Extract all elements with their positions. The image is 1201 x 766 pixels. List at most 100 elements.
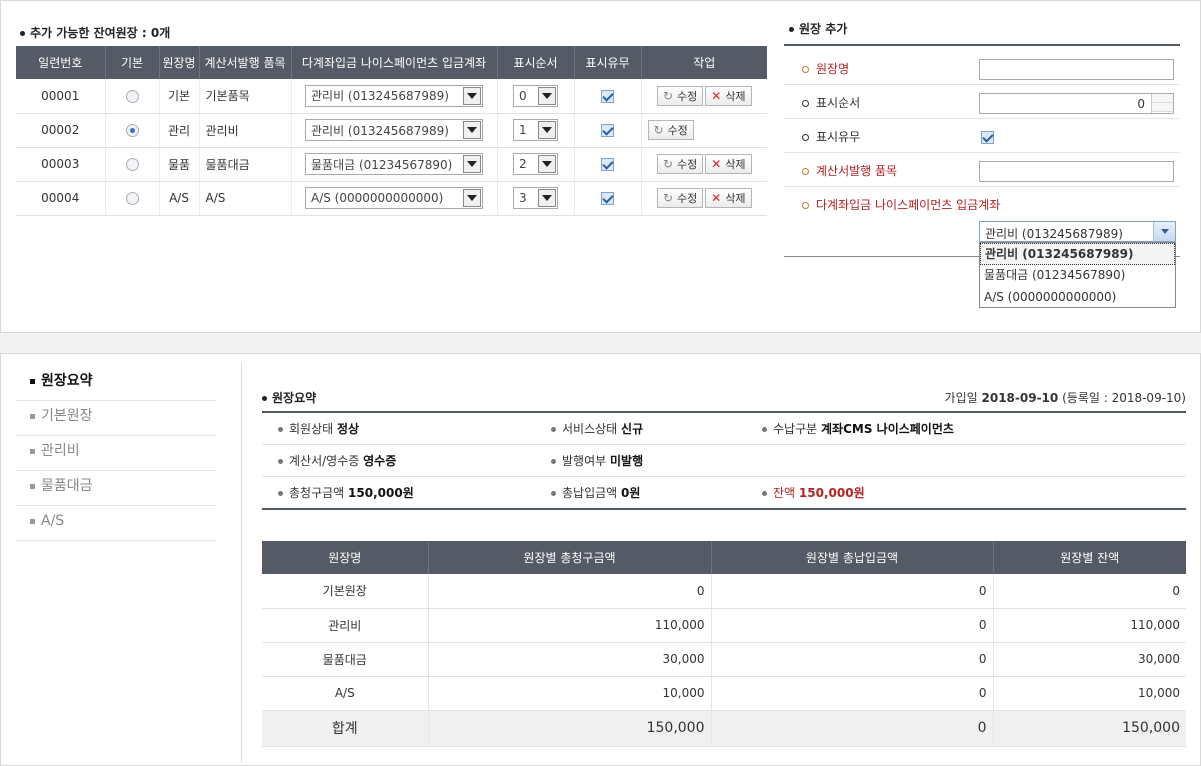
nav-item-goods[interactable]: 물품대금 xyxy=(16,471,216,506)
chevron-down-icon xyxy=(538,155,556,173)
chevron-down-icon xyxy=(538,86,556,105)
table-row: 관리비 110,000 0 110,000 xyxy=(262,608,1186,643)
total-paid-cell: 0 xyxy=(711,710,994,747)
table-row: 기본원장 0 0 0 xyxy=(262,574,1186,609)
balance-cell: 30,000 xyxy=(993,642,1186,677)
chevron-down-icon xyxy=(463,86,481,105)
edit-button[interactable]: ↻ 수정 xyxy=(647,120,694,140)
join-date-info: 가입일 2018-09-10 (등록일 : 2018-09-10) xyxy=(944,391,1186,405)
form-row-order: 표시순서 0 xyxy=(784,85,1180,119)
visible-checkbox[interactable] xyxy=(601,89,614,103)
name-cell: 기본 xyxy=(159,79,200,114)
default-radio[interactable] xyxy=(125,89,139,103)
table-row: 00004 A/S A/S A/S (0000000000000) 3 ↻ 수정 ✕… xyxy=(16,181,767,216)
serial-cell: 00002 xyxy=(16,113,106,148)
col-item: 계산서발행 품목 xyxy=(199,46,292,79)
form-row-account: 다계좌입금 나이스페이먼츠 입금계좌 xyxy=(784,187,1180,221)
visible-checkbox[interactable] xyxy=(601,158,614,171)
summary-top-rule xyxy=(262,411,1186,413)
receipt-type: 계산서/영수증 영수증 xyxy=(278,452,396,469)
billed-cell: 10,000 xyxy=(428,676,712,711)
dropdown-option[interactable]: 관리비 (013245687989) xyxy=(980,243,1175,265)
account-select[interactable]: 관리비 (013245687989) xyxy=(305,84,483,107)
chevron-down-icon xyxy=(538,189,556,207)
refresh-icon: ↻ xyxy=(662,191,673,205)
refresh-icon: ↻ xyxy=(662,157,673,171)
nav-item-summary[interactable]: 원장요약 xyxy=(16,366,216,401)
name-cell: A/S xyxy=(159,181,200,216)
dropdown-option[interactable]: 물품대금 (01234567890) xyxy=(980,265,1175,287)
ledger-summary-table: 원장명 원장별 총청구금액 원장별 총납입금액 원장별 잔액 기본원장 0 0 … xyxy=(262,541,1186,747)
stepper-down-icon[interactable] xyxy=(1152,103,1173,112)
item-cell: 관리비 xyxy=(199,113,292,148)
edit-button[interactable]: ↻ 수정 xyxy=(656,154,704,174)
total-row: 합계 150,000 0 150,000 xyxy=(262,710,1186,747)
edit-button[interactable]: ↻ 수정 xyxy=(656,188,704,208)
account-select[interactable]: 관리비 (013245687989) xyxy=(305,119,483,141)
item-cell: A/S xyxy=(199,181,292,216)
chevron-down-icon xyxy=(463,189,481,207)
paid-cell: 0 xyxy=(711,608,994,643)
ledger-name-cell: 물품대금 xyxy=(262,642,429,677)
member-status: 회원상태 정상 xyxy=(278,420,359,437)
billed-cell: 0 xyxy=(428,574,712,609)
account-dropdown[interactable]: 관리비 (013245687989) xyxy=(979,221,1176,242)
form-row-visible: 표시유무 xyxy=(784,119,1180,153)
chevron-down-icon xyxy=(463,155,481,173)
order-select[interactable]: 3 xyxy=(513,187,558,209)
summary-rule xyxy=(262,444,1186,445)
ledger-name-cell: A/S xyxy=(262,676,429,711)
summary-bottom-rule xyxy=(262,508,1186,510)
default-radio[interactable] xyxy=(125,192,139,205)
close-icon: ✕ xyxy=(711,88,722,103)
close-icon: ✕ xyxy=(711,157,722,171)
total-billed: 총청구금액 150,000원 xyxy=(278,484,414,501)
table-row: 00003 물품 물품대금 물품대금 (01234567890) 2 ↻ 수정 ✕ 삭… xyxy=(16,147,767,182)
default-radio[interactable] xyxy=(125,124,139,137)
refresh-icon: ↻ xyxy=(653,123,664,137)
account-select[interactable]: 물품대금 (01234567890) xyxy=(305,153,483,175)
total-billed-cell: 150,000 xyxy=(428,710,712,747)
order-label: 표시순서 xyxy=(802,94,860,111)
order-select[interactable]: 1 xyxy=(513,119,558,141)
nav-item-as[interactable]: A/S xyxy=(16,506,216,541)
ledger-name-cell: 관리비 xyxy=(262,608,429,643)
dropdown-option[interactable]: A/S (0000000000000) xyxy=(980,287,1175,309)
payment-type: 수납구분 계좌CMS 나이스페이먼츠 xyxy=(762,420,954,437)
table-row: 00001 기본 기본품목 관리비 (013245687989) 0 ↻ 수정 ✕ 삭… xyxy=(16,79,767,114)
visible-checkbox[interactable] xyxy=(601,192,614,205)
visible-checkbox[interactable] xyxy=(981,131,994,144)
paid-cell: 0 xyxy=(711,676,994,711)
col-ledger-name: 원장명 xyxy=(262,541,429,574)
col-ledger-balance: 원장별 잔액 xyxy=(993,541,1186,574)
order-select[interactable]: 2 xyxy=(513,153,558,175)
chevron-down-icon xyxy=(463,121,481,139)
order-select[interactable]: 0 xyxy=(513,84,558,107)
edit-button[interactable]: ↻ 수정 xyxy=(656,85,704,106)
ledger-name-input[interactable] xyxy=(979,59,1174,80)
stepper-up-icon[interactable] xyxy=(1152,94,1173,103)
order-stepper[interactable]: 0 xyxy=(979,93,1174,114)
issue-status: 발행여부 미발행 xyxy=(551,452,643,469)
delete-button[interactable]: ✕ 삭제 xyxy=(705,188,752,208)
col-ledger-billed: 원장별 총청구금액 xyxy=(428,541,712,574)
delete-button[interactable]: ✕ 삭제 xyxy=(705,85,752,106)
balance-cell: 110,000 xyxy=(993,608,1186,643)
summary-title: 원장요약 xyxy=(262,389,316,406)
chevron-down-icon xyxy=(538,121,556,139)
visible-checkbox[interactable] xyxy=(601,124,614,137)
name-cell: 물품 xyxy=(159,147,200,182)
total-balance-cell: 150,000 xyxy=(993,710,1186,747)
chevron-down-icon xyxy=(1153,222,1175,241)
nav-item-maintenance[interactable]: 관리비 xyxy=(16,436,216,471)
item-input[interactable] xyxy=(979,161,1174,182)
table-row: 00002 관리 관리비 관리비 (013245687989) 1 ↻ 수정 xyxy=(16,113,767,148)
delete-button[interactable]: ✕ 삭제 xyxy=(705,154,752,174)
col-serial: 일련번호 xyxy=(16,46,106,79)
add-ledger-title: 원장 추가 xyxy=(789,20,847,37)
default-radio[interactable] xyxy=(125,158,139,171)
ledger-table: 일련번호 기본 원장명 계산서발행 품목 다계좌입금 나이스페이먼츠 입금계좌 … xyxy=(16,46,767,216)
balance: 잔액 150,000원 xyxy=(762,484,865,501)
nav-item-basic[interactable]: 기본원장 xyxy=(16,401,216,436)
account-select[interactable]: A/S (0000000000000) xyxy=(305,187,483,209)
